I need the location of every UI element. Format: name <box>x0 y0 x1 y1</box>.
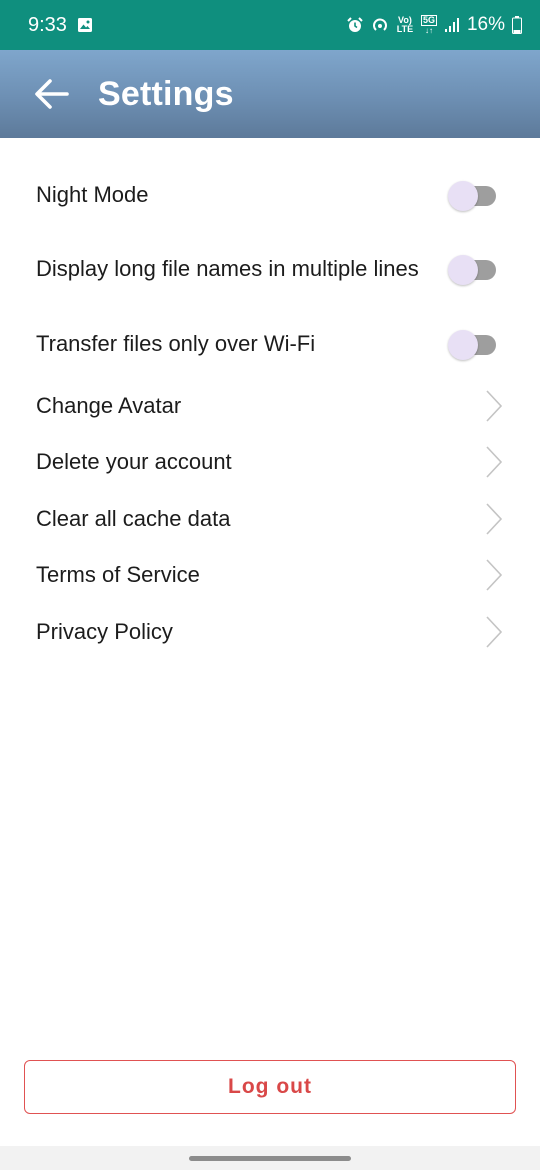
toggle-thumb <box>448 330 478 360</box>
change-avatar-label: Change Avatar <box>36 393 182 418</box>
chevron-right-icon <box>486 616 503 648</box>
long-file-names-row[interactable]: Display long file names in multiple line… <box>0 241 540 297</box>
5g-icon: 5G ↓↑ <box>420 15 437 35</box>
night-mode-row[interactable]: Night Mode <box>0 180 540 211</box>
home-indicator[interactable] <box>189 1156 351 1161</box>
alarm-icon <box>346 16 364 34</box>
battery-percent: 16% <box>466 14 505 35</box>
long-file-names-toggle[interactable] <box>448 254 498 285</box>
chevron-right-icon <box>486 503 503 535</box>
delete-account-label: Delete your account <box>36 449 232 474</box>
arrow-left-icon <box>35 79 69 109</box>
image-icon <box>77 17 93 33</box>
wifi-only-label: Transfer files only over Wi-Fi <box>36 331 316 356</box>
terms-of-service-label: Terms of Service <box>36 562 200 587</box>
navigation-bar <box>0 1146 540 1170</box>
chevron-right-icon <box>486 446 503 478</box>
clear-cache-label: Clear all cache data <box>36 506 231 531</box>
privacy-policy-row[interactable]: Privacy Policy <box>0 614 540 650</box>
hotspot-icon <box>371 16 389 34</box>
status-bar: 9:33 Vo) LTE 5G ↓↑ 16% <box>0 0 540 50</box>
night-mode-toggle[interactable] <box>448 180 498 211</box>
wifi-only-row[interactable]: Transfer files only over Wi-Fi <box>0 329 540 360</box>
wifi-only-toggle[interactable] <box>448 329 498 360</box>
toggle-thumb <box>448 255 478 285</box>
chevron-right-icon <box>486 390 503 422</box>
change-avatar-row[interactable]: Change Avatar <box>0 388 540 424</box>
data-arrows-icon: ↓↑ <box>424 26 433 35</box>
back-button[interactable] <box>22 64 82 124</box>
clear-cache-row[interactable]: Clear all cache data <box>0 501 540 537</box>
long-file-names-label: Display long file names in multiple line… <box>36 256 419 281</box>
chevron-right-icon <box>486 559 503 591</box>
logout-button[interactable]: Log out <box>24 1060 516 1114</box>
status-time: 9:33 <box>28 13 67 36</box>
volte-icon: Vo) LTE <box>396 15 414 34</box>
network-label: 5G <box>420 15 437 26</box>
terms-of-service-row[interactable]: Terms of Service <box>0 557 540 593</box>
delete-account-row[interactable]: Delete your account <box>0 444 540 480</box>
app-bar: Settings <box>0 50 540 138</box>
night-mode-label: Night Mode <box>36 182 149 207</box>
toggle-thumb <box>448 181 478 211</box>
logout-label: Log out <box>228 1075 312 1098</box>
privacy-policy-label: Privacy Policy <box>36 619 173 644</box>
signal-icon <box>444 17 460 33</box>
page-title: Settings <box>98 74 234 113</box>
battery-icon <box>512 16 522 34</box>
